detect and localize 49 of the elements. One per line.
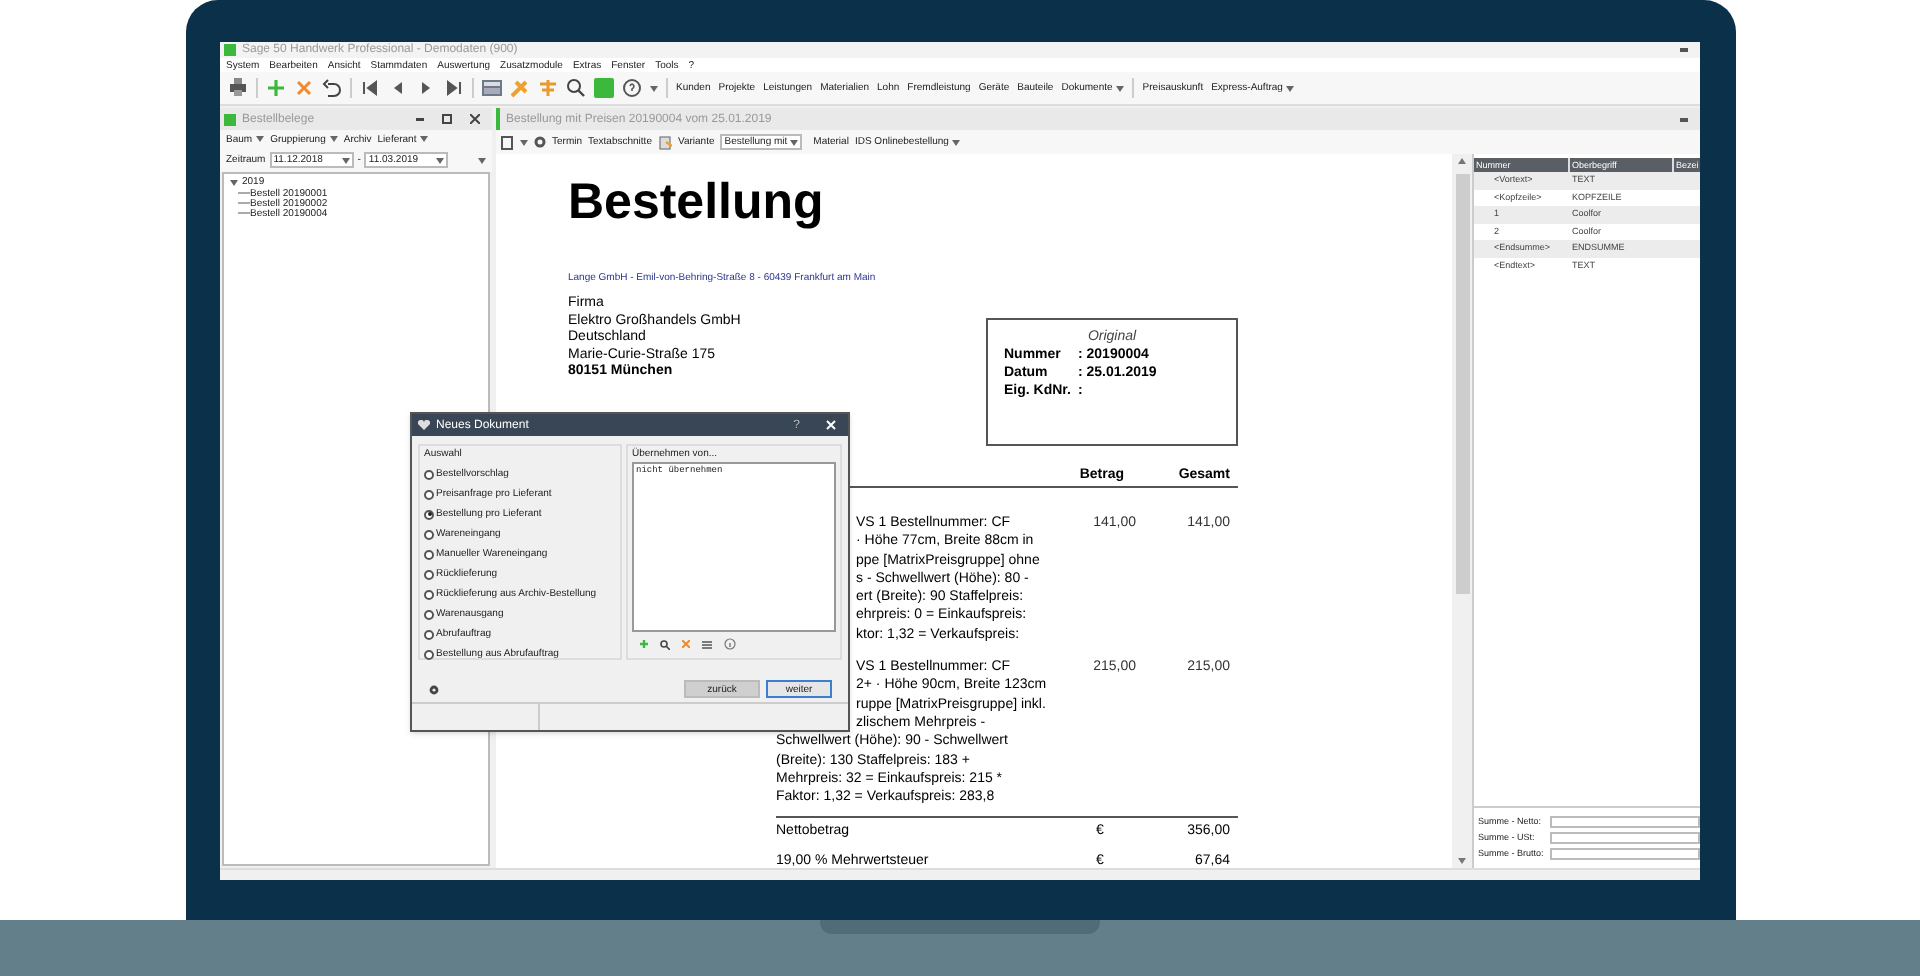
minimize-icon[interactable] <box>1680 117 1688 121</box>
scroll-down-icon[interactable] <box>1458 858 1466 864</box>
caret-icon[interactable] <box>1286 85 1295 91</box>
caret-icon[interactable] <box>420 136 429 142</box>
caret-icon[interactable] <box>952 139 961 145</box>
list-icon[interactable] <box>702 639 712 649</box>
radio-button[interactable] <box>424 529 434 539</box>
minimize-icon[interactable] <box>416 117 424 121</box>
heart-icon <box>418 420 430 430</box>
caret-icon[interactable] <box>329 136 338 142</box>
close-icon[interactable] <box>470 114 480 124</box>
radio-button[interactable] <box>424 609 434 619</box>
caret-icon[interactable] <box>341 157 350 163</box>
search-icon[interactable] <box>660 639 670 649</box>
sum-field[interactable] <box>1550 832 1700 844</box>
expanded-icon[interactable] <box>230 179 238 185</box>
caret-icon[interactable] <box>436 157 445 163</box>
radio-button[interactable] <box>424 489 434 499</box>
radio-button[interactable] <box>424 569 434 579</box>
caret-icon[interactable] <box>520 139 528 145</box>
first-icon[interactable] <box>360 78 380 98</box>
search-icon[interactable] <box>566 78 586 98</box>
scrollbar[interactable] <box>1452 154 1472 868</box>
radio-button[interactable] <box>424 649 434 659</box>
info-icon[interactable] <box>724 638 736 650</box>
help-icon[interactable] <box>622 78 642 98</box>
radio-button[interactable] <box>424 509 434 519</box>
last-icon[interactable] <box>444 78 464 98</box>
radio-button[interactable] <box>424 629 434 639</box>
app-icon <box>224 44 236 56</box>
radio-button[interactable] <box>424 589 434 599</box>
caret-icon[interactable] <box>650 85 658 91</box>
sum-field[interactable] <box>1550 848 1700 860</box>
caret-icon[interactable] <box>1116 85 1125 91</box>
caret-icon[interactable] <box>478 157 486 163</box>
scroll-up-icon[interactable] <box>1458 158 1466 164</box>
caret-icon[interactable] <box>256 136 265 142</box>
restore-icon[interactable] <box>442 114 452 124</box>
caret-icon[interactable] <box>789 139 798 145</box>
sum-field[interactable] <box>1550 816 1700 828</box>
gear-icon[interactable] <box>428 683 440 695</box>
panel-icon <box>224 113 236 125</box>
settings-icon[interactable] <box>534 136 546 148</box>
radio-button[interactable] <box>424 469 434 479</box>
undo-icon[interactable] <box>322 78 342 98</box>
page-icon[interactable] <box>500 135 514 149</box>
radio-button[interactable] <box>424 549 434 559</box>
printer-icon[interactable] <box>228 78 248 98</box>
document-heading: Bestellung <box>568 174 826 230</box>
